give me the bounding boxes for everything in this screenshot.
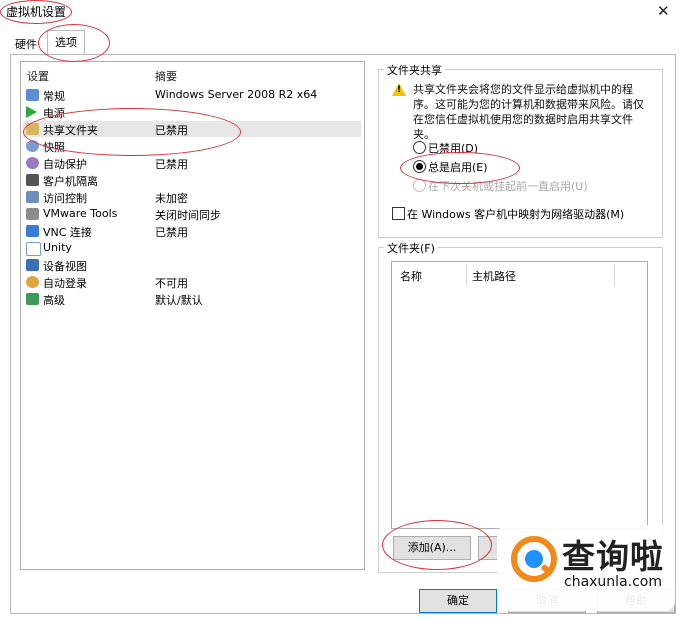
settings-item-vnc[interactable]: VNC 连接 已禁用 — [23, 223, 361, 239]
general-icon — [26, 89, 39, 101]
unity-icon — [26, 242, 41, 256]
lock-icon — [26, 174, 39, 186]
settings-list: 设置 摘要 常规 Windows Server 2008 R2 x64 电源 共… — [20, 61, 365, 570]
item-label: 自动登录 — [43, 277, 87, 290]
vmware-tools-icon — [26, 208, 39, 220]
folders-table[interactable]: 名称 主机路径 — [391, 261, 648, 529]
column-name[interactable]: 名称 — [400, 268, 422, 284]
autoprotect-icon — [26, 157, 39, 169]
shared-folder-icon — [26, 123, 39, 135]
radio-until-shutdown — [413, 179, 426, 192]
radio-disabled[interactable] — [413, 141, 426, 154]
settings-item-isolation[interactable]: 客户机隔离 — [23, 172, 361, 188]
item-label: 自动保护 — [43, 158, 87, 171]
item-label: 常规 — [43, 90, 65, 103]
settings-item-access-control[interactable]: 访问控制 未加密 — [23, 189, 361, 205]
settings-item-shared-folders[interactable]: 共享文件夹 已禁用 — [23, 121, 361, 137]
item-label: 客户机隔离 — [43, 175, 98, 188]
item-label: 高级 — [43, 294, 65, 307]
ok-button[interactable]: 确定 — [419, 589, 497, 613]
watermark-domain: chaxunla.com — [564, 574, 662, 590]
item-label: 访问控制 — [43, 192, 87, 205]
column-host-path[interactable]: 主机路径 — [472, 268, 516, 284]
tab-hardware[interactable]: 硬件 — [11, 35, 41, 55]
settings-item-advanced[interactable]: 高级 默认/默认 — [23, 291, 361, 307]
autologin-icon — [26, 276, 39, 288]
radio-until-shutdown-label: 在下次关机或挂起前一直启用(U) — [428, 180, 588, 193]
power-icon — [26, 106, 37, 118]
header-summary: 摘要 — [155, 70, 177, 83]
watermark-logo-icon — [511, 536, 557, 582]
tab-options[interactable]: 选项 — [47, 30, 85, 55]
settings-item-snapshot[interactable]: 快照 — [23, 138, 361, 154]
settings-item-unity[interactable]: Unity — [23, 240, 361, 256]
item-summary: 关闭时间同步 — [155, 209, 221, 222]
header-setting: 设置 — [27, 70, 49, 83]
item-summary: 已禁用 — [155, 158, 188, 171]
map-drive-checkbox[interactable] — [392, 207, 405, 220]
access-control-icon — [26, 191, 39, 203]
item-summary: 未加密 — [155, 192, 188, 205]
item-label: 快照 — [43, 141, 65, 154]
radio-always-enabled[interactable] — [413, 160, 426, 173]
item-label: 电源 — [43, 107, 65, 120]
snapshot-icon — [26, 140, 39, 152]
item-summary: Windows Server 2008 R2 x64 — [155, 88, 318, 101]
settings-item-device-view[interactable]: 设备视图 — [23, 257, 361, 273]
settings-item-autologin[interactable]: 自动登录 不可用 — [23, 274, 361, 290]
watermark-name: 查询啦 — [562, 537, 664, 576]
item-label: VNC 连接 — [43, 226, 92, 239]
radio-always-enabled-label[interactable]: 总是启用(E) — [428, 159, 488, 175]
item-label: 共享文件夹 — [43, 124, 98, 137]
column-separator — [614, 264, 615, 286]
vnc-icon — [26, 225, 39, 237]
item-label: 设备视图 — [43, 260, 87, 273]
map-drive-label[interactable]: 在 Windows 客户机中映射为网络驱动器(M) — [407, 206, 624, 222]
settings-item-power[interactable]: 电源 — [23, 104, 361, 120]
settings-item-vmware-tools[interactable]: VMware Tools 关闭时间同步 — [23, 206, 361, 222]
add-folder-button[interactable]: 添加(A)... — [393, 536, 471, 560]
item-summary: 不可用 — [155, 277, 188, 290]
folders-title: 文件夹(F) — [384, 240, 438, 256]
window-title: 虚拟机设置 — [6, 5, 67, 19]
item-summary: 已禁用 — [155, 124, 188, 137]
warning-icon: ! — [392, 83, 406, 96]
item-label: Unity — [43, 241, 72, 254]
item-label: VMware Tools — [43, 207, 118, 220]
item-summary: 默认/默认 — [155, 294, 203, 307]
settings-item-general[interactable]: 常规 Windows Server 2008 R2 x64 — [23, 87, 361, 103]
device-view-icon — [26, 259, 39, 271]
radio-disabled-label[interactable]: 已禁用(D) — [428, 140, 478, 156]
close-icon[interactable]: ✕ — [657, 2, 670, 20]
advanced-icon — [26, 293, 39, 305]
column-separator — [466, 264, 467, 286]
warning-text: 共享文件夹会将您的文件显示给虚拟机中的程序。这可能为您的计算机和数据带来风险。请… — [413, 83, 644, 141]
folder-sharing-title: 文件夹共享 — [384, 62, 445, 78]
item-summary: 已禁用 — [155, 226, 188, 239]
settings-item-autoprotect[interactable]: 自动保护 已禁用 — [23, 155, 361, 171]
